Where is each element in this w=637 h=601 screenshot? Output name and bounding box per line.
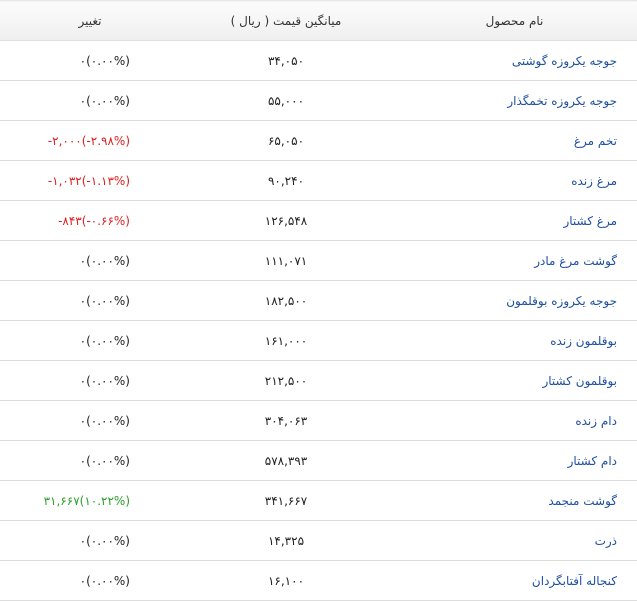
price-change-cell: -۲,۰۰۰(-۲.۹۸%) bbox=[0, 120, 180, 161]
product-name-link[interactable]: مرغ زنده bbox=[571, 174, 617, 188]
header-average-price: میانگین قیمت ( ریال ) bbox=[180, 0, 392, 41]
product-name-cell: گوشت منجمد bbox=[392, 480, 637, 521]
table-row: جوجه یکروزه گوشتی ۳۴,۰۵۰ ۰(۰.۰۰%) bbox=[0, 40, 637, 81]
average-price-cell: ۵۷۸,۳۹۳ bbox=[180, 440, 392, 481]
product-name-cell: تخم مرغ bbox=[392, 120, 637, 161]
header-product-name: نام محصول bbox=[392, 0, 637, 41]
product-name-cell: بوقلمون کشتار bbox=[392, 360, 637, 401]
price-change-cell: ۰(۰.۰۰%) bbox=[0, 240, 180, 281]
price-change-cell: ۰(۰.۰۰%) bbox=[0, 400, 180, 441]
table-row: بوقلمون زنده ۱۶۱,۰۰۰ ۰(۰.۰۰%) bbox=[0, 320, 637, 361]
product-name-link[interactable]: گوشت منجمد bbox=[548, 494, 617, 508]
average-price-cell: ۱۸۲,۵۰۰ bbox=[180, 280, 392, 321]
table-row: دام کشتار ۵۷۸,۳۹۳ ۰(۰.۰۰%) bbox=[0, 440, 637, 481]
product-name-link[interactable]: جوجه یکروزه گوشتی bbox=[512, 54, 617, 68]
price-table: نام محصول میانگین قیمت ( ریال ) تغییر جو… bbox=[0, 0, 637, 601]
product-name-link[interactable]: مرغ کشتار bbox=[563, 214, 617, 228]
product-name-cell: کنجاله آفتابگردان bbox=[392, 560, 637, 601]
table-row: تخم مرغ ۶۵,۰۵۰ -۲,۰۰۰(-۲.۹۸%) bbox=[0, 120, 637, 161]
product-name-link[interactable]: بوقلمون زنده bbox=[550, 334, 617, 348]
product-name-cell: گوشت مرغ مادر bbox=[392, 240, 637, 281]
price-change-cell: ۰(۰.۰۰%) bbox=[0, 320, 180, 361]
product-name-cell: مرغ کشتار bbox=[392, 200, 637, 241]
table-row: مرغ کشتار ۱۲۶,۵۴۸ -۸۴۳(-۰.۶۶%) bbox=[0, 200, 637, 241]
average-price-cell: ۶۵,۰۵۰ bbox=[180, 120, 392, 161]
header-change: تغییر bbox=[0, 0, 180, 41]
average-price-cell: ۹۰,۲۴۰ bbox=[180, 160, 392, 201]
table-row: جوجه یکروزه تخمگذار ۵۵,۰۰۰ ۰(۰.۰۰%) bbox=[0, 80, 637, 121]
average-price-cell: ۱۴,۳۲۵ bbox=[180, 520, 392, 561]
product-name-link[interactable]: ذرت bbox=[595, 534, 617, 548]
average-price-cell: ۱۱۱,۰۷۱ bbox=[180, 240, 392, 281]
price-change-cell: ۰(۰.۰۰%) bbox=[0, 80, 180, 121]
average-price-cell: ۳۴,۰۵۰ bbox=[180, 40, 392, 81]
table-row: کنجاله آفتابگردان ۱۶,۱۰۰ ۰(۰.۰۰%) bbox=[0, 560, 637, 601]
product-name-link[interactable]: جوجه یکروزه بوقلمون bbox=[506, 294, 617, 308]
average-price-cell: ۱۶,۱۰۰ bbox=[180, 560, 392, 601]
product-name-cell: بوقلمون زنده bbox=[392, 320, 637, 361]
table-row: دام زنده ۳۰۴,۰۶۳ ۰(۰.۰۰%) bbox=[0, 400, 637, 441]
table-header: نام محصول میانگین قیمت ( ریال ) تغییر bbox=[0, 0, 637, 41]
price-change-cell: ۰(۰.۰۰%) bbox=[0, 40, 180, 81]
table-body: جوجه یکروزه گوشتی ۳۴,۰۵۰ ۰(۰.۰۰%) جوجه یکرو… bbox=[0, 40, 637, 601]
product-name-link[interactable]: جوجه یکروزه تخمگذار bbox=[507, 94, 617, 108]
average-price-cell: ۵۵,۰۰۰ bbox=[180, 80, 392, 121]
price-change-cell: ۰(۰.۰۰%) bbox=[0, 560, 180, 601]
product-name-link[interactable]: تخم مرغ bbox=[574, 134, 617, 148]
table-row: گوشت مرغ مادر ۱۱۱,۰۷۱ ۰(۰.۰۰%) bbox=[0, 240, 637, 281]
average-price-cell: ۱۶۱,۰۰۰ bbox=[180, 320, 392, 361]
price-change-cell: ۰(۰.۰۰%) bbox=[0, 280, 180, 321]
price-change-cell: -۱,۰۳۲(-۱.۱۳%) bbox=[0, 160, 180, 201]
product-name-link[interactable]: کنجاله آفتابگردان bbox=[532, 574, 617, 588]
product-name-cell: دام کشتار bbox=[392, 440, 637, 481]
table-row: مرغ زنده ۹۰,۲۴۰ -۱,۰۳۲(-۱.۱۳%) bbox=[0, 160, 637, 201]
product-name-cell: ذرت bbox=[392, 520, 637, 561]
product-name-cell: جوجه یکروزه تخمگذار bbox=[392, 80, 637, 121]
average-price-cell: ۲۱۲,۵۰۰ bbox=[180, 360, 392, 401]
table-row: جوجه یکروزه بوقلمون ۱۸۲,۵۰۰ ۰(۰.۰۰%) bbox=[0, 280, 637, 321]
product-name-link[interactable]: دام زنده bbox=[575, 414, 617, 428]
product-name-cell: مرغ زنده bbox=[392, 160, 637, 201]
table-row: گوشت منجمد ۳۴۱,۶۶۷ ۳۱,۶۶۷(۱۰.۲۲%) bbox=[0, 480, 637, 521]
average-price-cell: ۳۰۴,۰۶۳ bbox=[180, 400, 392, 441]
product-name-link[interactable]: بوقلمون کشتار bbox=[542, 374, 617, 388]
header-row: نام محصول میانگین قیمت ( ریال ) تغییر bbox=[0, 0, 637, 41]
product-name-link[interactable]: گوشت مرغ مادر bbox=[534, 254, 617, 268]
product-name-cell: جوجه یکروزه بوقلمون bbox=[392, 280, 637, 321]
price-change-cell: -۸۴۳(-۰.۶۶%) bbox=[0, 200, 180, 241]
average-price-cell: ۱۲۶,۵۴۸ bbox=[180, 200, 392, 241]
product-name-link[interactable]: دام کشتار bbox=[568, 454, 617, 468]
average-price-cell: ۳۴۱,۶۶۷ bbox=[180, 480, 392, 521]
table-row: بوقلمون کشتار ۲۱۲,۵۰۰ ۰(۰.۰۰%) bbox=[0, 360, 637, 401]
product-name-cell: دام زنده bbox=[392, 400, 637, 441]
price-change-cell: ۳۱,۶۶۷(۱۰.۲۲%) bbox=[0, 480, 180, 521]
product-name-cell: جوجه یکروزه گوشتی bbox=[392, 40, 637, 81]
price-change-cell: ۰(۰.۰۰%) bbox=[0, 520, 180, 561]
table-row: ذرت ۱۴,۳۲۵ ۰(۰.۰۰%) bbox=[0, 520, 637, 561]
price-change-cell: ۰(۰.۰۰%) bbox=[0, 440, 180, 481]
price-change-cell: ۰(۰.۰۰%) bbox=[0, 360, 180, 401]
